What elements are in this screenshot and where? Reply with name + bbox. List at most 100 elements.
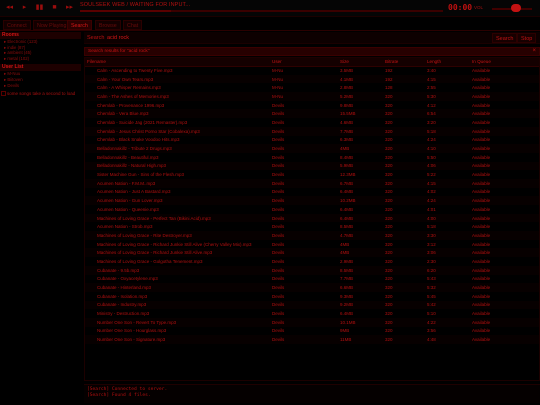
table-row[interactable]: Number One Son - Revert To Type.mp3 Devil… bbox=[85, 317, 539, 327]
cell-length: 5:22 bbox=[427, 172, 436, 178]
column-header-filename[interactable]: Filename bbox=[85, 58, 270, 67]
cell-size: 5.2MB bbox=[338, 92, 383, 101]
column-header-size[interactable]: Size bbox=[338, 58, 383, 67]
tab-connect[interactable]: Connect bbox=[3, 20, 31, 30]
cell-user: Devils bbox=[270, 317, 338, 327]
cell-bitrate: 320 bbox=[385, 311, 393, 317]
cell-length: 5:32 bbox=[425, 283, 470, 292]
cell-bitrate: 320 bbox=[385, 119, 393, 125]
table-row[interactable]: Cubanate - Oxyacetylene.mp3 Devils 7.7MB 32… bbox=[85, 275, 539, 284]
cell-bitrate: 320 bbox=[385, 276, 393, 282]
column-header-bitrate[interactable]: Bitrate bbox=[383, 58, 425, 67]
table-row[interactable]: Machines of Loving Grace - Richard Junki… bbox=[85, 240, 539, 249]
search-bar: Search Search Stop bbox=[84, 32, 540, 44]
cell-user: Devils bbox=[272, 189, 285, 195]
results-table-container[interactable]: Filename User Size Bitrate Length In Que… bbox=[84, 57, 540, 381]
cell-queue: Available bbox=[470, 92, 539, 101]
prev-icon[interactable]: ◂◂ bbox=[3, 2, 16, 14]
cell-size: 4MB bbox=[340, 241, 350, 247]
cell-filename: Acumen Nation - F.M.M..mp3 bbox=[85, 178, 270, 188]
table-row[interactable]: Chemlab - Black Snake Voodoo Hits.mp3 Dev… bbox=[85, 136, 539, 145]
player-status: SOULSEEK WEB / WAITING FOR INPUT... bbox=[80, 2, 191, 8]
seek-bar[interactable] bbox=[80, 10, 443, 12]
table-row[interactable]: Calm - The Ashes of Memories.mp3 M-Nu 5.2M… bbox=[85, 92, 539, 101]
table-row[interactable]: Machines of Loving Grace - Perfect Tan (… bbox=[85, 213, 539, 223]
table-row[interactable]: Machines of Loving Grace - Rite Destroye… bbox=[85, 231, 539, 240]
tab-now-playing[interactable]: Now Playing bbox=[33, 20, 71, 30]
next-icon[interactable]: ▸▸ bbox=[63, 2, 76, 14]
cell-user: Devils bbox=[270, 335, 338, 344]
cell-queue: Available bbox=[470, 74, 539, 84]
table-row[interactable]: Chemlab - Vera Blue.mp3 Devils 15.5MB 320 6:… bbox=[85, 109, 539, 119]
search-label: Search bbox=[87, 35, 105, 41]
table-row[interactable]: Acumen Nation - Gun Lover.mp3 Devils 10.2M… bbox=[85, 196, 539, 205]
table-row[interactable]: Acumen Nation - F.M.M..mp3 Devils 6.7MB 320… bbox=[85, 178, 539, 188]
column-header-queue[interactable]: In Queue bbox=[470, 58, 539, 67]
cell-bitrate: 320 bbox=[385, 172, 393, 178]
cell-filename: Cubanate - Hinterland.mp3 bbox=[85, 283, 270, 292]
table-row[interactable]: Number One Son - Hourglass.mp3 Devils 9MB 3… bbox=[85, 327, 539, 336]
cell-filename: Acumen Nation - Gun Lover.mp3 bbox=[85, 196, 270, 205]
table-row[interactable]: Cubanate - 9.5b.mp3 Devils 8.5MB 320 6:20 Ava… bbox=[85, 265, 539, 275]
table-row[interactable]: Cubanate - Isolation.mp3 Devils 9.3MB 320 5:… bbox=[85, 292, 539, 301]
cell-user: Devils bbox=[272, 328, 285, 334]
column-header-length[interactable]: Length bbox=[425, 58, 470, 67]
table-row[interactable]: Machines of Loving Grace - Richard Junki… bbox=[85, 248, 539, 258]
cell-size: 2.9MB bbox=[340, 258, 354, 264]
cell-size: 6.7MB bbox=[338, 178, 383, 188]
tab-browse[interactable]: Browse bbox=[95, 20, 121, 30]
cell-queue: Available bbox=[472, 258, 491, 264]
close-icon[interactable]: × bbox=[532, 48, 536, 54]
column-header-user[interactable]: User bbox=[270, 58, 338, 67]
cell-filename: Machines of Loving Grace - Rite Destroye… bbox=[85, 231, 270, 240]
volume-knob[interactable] bbox=[511, 4, 521, 12]
stop-button[interactable]: Stop bbox=[517, 33, 537, 43]
tab-chat[interactable]: Chat bbox=[123, 20, 143, 30]
cell-queue: Available bbox=[472, 119, 491, 125]
table-row[interactable]: Ministry - Destruction.mp3 Devils 6.4MB 320… bbox=[85, 309, 539, 318]
table-row[interactable]: Cubanate - Hinterland.mp3 Devils 6.6MB 320 5… bbox=[85, 283, 539, 292]
cell-bitrate: 320 bbox=[385, 137, 393, 143]
cell-length: 5:42 bbox=[425, 300, 470, 310]
table-row[interactable]: Acumen Nation - Queenie.mp3 Devils 6.4MB 32… bbox=[85, 205, 539, 214]
cell-user: Devils bbox=[272, 311, 285, 317]
cell-size: 3.5MB bbox=[340, 68, 354, 74]
search-input[interactable] bbox=[106, 33, 491, 43]
table-row[interactable]: Cubanate - Industry.mp3 Devils 9.2MB 320 5:4… bbox=[85, 300, 539, 310]
seek-progress bbox=[80, 10, 171, 12]
cell-length: 4:22 bbox=[425, 317, 470, 327]
table-row[interactable]: Calm - A Whisper Remains.mp3 M-Nu 2.8MB 128… bbox=[85, 83, 539, 92]
table-row[interactable]: Sister Machine Gun - Sins of the Flesh.m… bbox=[85, 170, 539, 179]
table-row[interactable]: Chemlab - Suicide Jag (2021 Remaster).mp… bbox=[85, 118, 539, 127]
broken-image-icon bbox=[1, 91, 6, 97]
tab-search[interactable]: Search bbox=[67, 20, 92, 30]
pause-icon[interactable]: ▮▮ bbox=[33, 2, 46, 14]
cell-user: Devils bbox=[270, 283, 338, 292]
cell-length: 5:10 bbox=[427, 311, 436, 317]
cell-length: 4:00 bbox=[425, 213, 470, 223]
table-row[interactable]: Chemlab - Jesus Christ Porno Star (Cobal… bbox=[85, 126, 539, 136]
table-row[interactable]: Belladonnakillz - Natural High.mp3 Devils… bbox=[85, 161, 539, 171]
table-row[interactable]: Calm - Your Own Tears.mp3 M-Nu 4.1MB 192 4:1… bbox=[85, 74, 539, 84]
cell-user: Devils bbox=[270, 161, 338, 171]
table-row[interactable]: Machines of Loving Grace - Golgotha Tene… bbox=[85, 257, 539, 266]
cell-size: 4.7MB bbox=[338, 231, 383, 240]
play-icon[interactable]: ▸ bbox=[18, 2, 31, 14]
cell-user: Devils bbox=[272, 293, 285, 299]
table-row[interactable]: Belladonnakillz - Beautiful.mp3 Devils 8.4… bbox=[85, 153, 539, 162]
table-row[interactable]: Calm - Ascending to Twenty Five.mp3 M-Nu 3… bbox=[85, 66, 539, 75]
cell-bitrate: 320 bbox=[383, 109, 425, 119]
stop-icon[interactable]: ■ bbox=[48, 2, 61, 14]
table-row[interactable]: Belladonnakillz - Tribute 2 Drugs.mp3 Dev… bbox=[85, 144, 539, 153]
table-row[interactable]: Acumen Nation - Strob.mp3 Devils 8.5MB 320 5… bbox=[85, 222, 539, 231]
cell-filename: Chemlab - Provenance 1996.mp3 bbox=[97, 102, 165, 108]
table-row[interactable]: Acumen Nation - Just A Bastard.mp3 Devils… bbox=[85, 188, 539, 197]
cell-filename: Machines of Loving Grace - Richard Junki… bbox=[85, 248, 270, 258]
cell-queue: Available bbox=[472, 137, 491, 143]
table-row[interactable]: Chemlab - Provenance 1996.mp3 Devils 9.8MB… bbox=[85, 101, 539, 110]
cell-user: Devils bbox=[272, 102, 285, 108]
cell-queue: Available bbox=[470, 335, 539, 344]
search-button[interactable]: Search bbox=[492, 33, 518, 43]
table-row[interactable]: Number One Son - Signature.mp3 Devils 11MB… bbox=[85, 335, 539, 344]
cell-queue: Available bbox=[472, 328, 491, 334]
